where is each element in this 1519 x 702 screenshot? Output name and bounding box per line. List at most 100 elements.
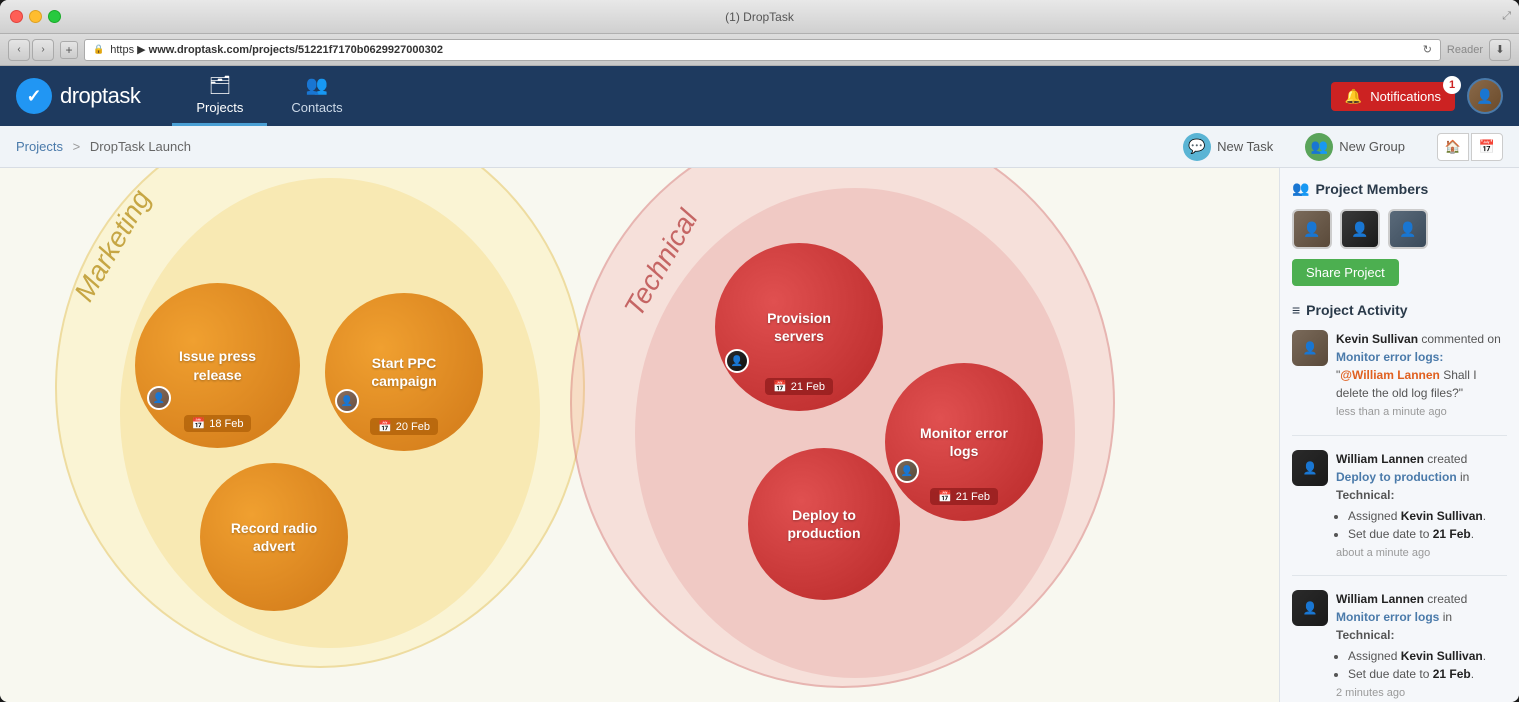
task-monitor-error[interactable]: Monitor errorlogs 👤 📅 21 Feb	[885, 363, 1043, 521]
contacts-icon: 👥	[306, 75, 328, 96]
forward-button[interactable]: ›	[32, 39, 54, 61]
task-monitor-date: 📅 21 Feb	[930, 488, 998, 505]
activity-person-1: Kevin Sullivan	[1336, 332, 1418, 346]
activity-list-2: Assigned Kevin Sullivan. Set due date to…	[1348, 507, 1507, 543]
downloads-button[interactable]: ⬇	[1489, 39, 1511, 61]
avatar-icon: 👤	[901, 466, 913, 477]
task-start-ppc[interactable]: Start PPCcampaign 👤 📅 20 Feb	[325, 293, 483, 451]
activity-person-2: William Lannen	[1336, 452, 1424, 466]
activity-item-3: 👤 William Lannen created Monitor error l…	[1292, 590, 1507, 702]
nav-buttons: ‹ ›	[8, 39, 54, 61]
nav-contacts[interactable]: 👥 Contacts	[267, 66, 366, 126]
activity-time-2: about a minute ago	[1336, 545, 1507, 562]
task-issue-date: 📅 18 Feb	[184, 415, 252, 432]
activity-content-2: William Lannen created Deploy to product…	[1336, 450, 1507, 562]
activity-list-item: Set due date to 21 Feb.	[1348, 665, 1507, 683]
calendar-icon: 📅	[378, 420, 392, 433]
close-button[interactable]	[10, 10, 23, 23]
notifications-label: Notifications	[1370, 89, 1441, 104]
breadcrumb-projects-link[interactable]: Projects	[16, 139, 63, 154]
avatar-icon: 👤	[153, 393, 165, 404]
activity-task-link-2[interactable]: Deploy to production	[1336, 470, 1457, 484]
task-monitor-label: Monitor errorlogs	[908, 424, 1020, 460]
url-bar[interactable]: 🔒 https ▶ www.droptask.com/projects/5122…	[84, 39, 1441, 61]
member-1-image: 👤	[1294, 211, 1330, 247]
member-avatar-1[interactable]: 👤	[1292, 209, 1332, 249]
task-issue-label: Issue pressrelease	[167, 347, 268, 383]
user-avatar[interactable]: 👤	[1467, 78, 1503, 114]
share-project-button[interactable]: Share Project	[1292, 259, 1399, 286]
new-task-button[interactable]: 💬 New Task	[1175, 129, 1281, 165]
avatar-image: 👤	[1469, 78, 1501, 114]
task-deploy-production[interactable]: Deploy toproduction	[748, 448, 900, 600]
main-content: Marketing Issue pressrelease 👤 📅 18 Feb	[0, 168, 1519, 702]
task-provision-servers[interactable]: Provisionservers 👤 📅 21 Feb	[715, 243, 883, 411]
activity-list-item: Set due date to 21 Feb.	[1348, 525, 1507, 543]
groups-container: Marketing Issue pressrelease 👤 📅 18 Feb	[0, 168, 1279, 702]
new-task-icon: 💬	[1183, 133, 1211, 161]
resize-icon: ⤢	[1502, 10, 1511, 23]
task-record-radio[interactable]: Record radioadvert	[200, 463, 348, 611]
task-deploy-label: Deploy toproduction	[775, 506, 872, 542]
members-avatars: 👤 👤 👤	[1292, 209, 1507, 249]
activity-list-item: Assigned Kevin Sullivan.	[1348, 507, 1507, 525]
new-task-label: New Task	[1217, 139, 1273, 154]
add-tab-button[interactable]: +	[60, 41, 78, 59]
activity-list-item: Assigned Kevin Sullivan.	[1348, 647, 1507, 665]
bell-icon: 🔔	[1345, 88, 1362, 105]
browser-window: (1) DropTask ⤢ ‹ › + 🔒 https ▶ www.dropt…	[0, 0, 1519, 702]
breadcrumb: Projects > DropTask Launch	[16, 139, 191, 154]
task-issue-avatar: 👤	[147, 386, 171, 410]
activity-avatar-3: 👤	[1292, 590, 1328, 626]
member-3-image: 👤	[1390, 211, 1426, 247]
address-bar: ‹ › + 🔒 https ▶ www.droptask.com/project…	[0, 34, 1519, 66]
project-members-section: 👥 Project Members 👤 👤 👤	[1292, 180, 1507, 286]
refresh-icon[interactable]: ↻	[1423, 43, 1432, 56]
activity-task-link-3[interactable]: Monitor error logs	[1336, 610, 1439, 624]
project-activity-section: ≡ Project Activity 👤 Kevin Sullivan comm…	[1292, 302, 1507, 702]
app-toolbar: Projects > DropTask Launch 💬 New Task 👥 …	[0, 126, 1519, 168]
logo-icon: ✓	[16, 78, 52, 114]
nav-contacts-label: Contacts	[291, 100, 342, 115]
avatar-icon: 👤	[731, 356, 743, 367]
back-button[interactable]: ‹	[8, 39, 30, 61]
project-members-title: 👥 Project Members	[1292, 180, 1507, 197]
breadcrumb-current: DropTask Launch	[90, 139, 191, 154]
task-ppc-label: Start PPCcampaign	[359, 354, 448, 390]
notifications-button[interactable]: 🔔 Notifications 1	[1331, 82, 1455, 111]
title-bar: (1) DropTask ⤢	[0, 0, 1519, 34]
header-right: 🔔 Notifications 1 👤	[1331, 78, 1503, 114]
activity-mention-1[interactable]: @William Lannen	[1340, 368, 1440, 382]
activity-time-1: less than a minute ago	[1336, 404, 1507, 421]
maximize-button[interactable]	[48, 10, 61, 23]
logo-area: ✓ droptask	[16, 78, 140, 114]
calendar-icon: 📅	[773, 380, 787, 393]
app-container: ✓ droptask 🗂 Projects 👥 Contacts 🔔 Notif…	[0, 66, 1519, 702]
activity-person-3: William Lannen	[1336, 592, 1424, 606]
activity-item-2: 👤 William Lannen created Deploy to produ…	[1292, 450, 1507, 577]
new-group-button[interactable]: 👥 New Group	[1297, 129, 1413, 165]
minimize-button[interactable]	[29, 10, 42, 23]
task-issue-press-release[interactable]: Issue pressrelease 👤 📅 18 Feb	[135, 283, 300, 448]
activity-time-3: 2 minutes ago	[1336, 685, 1507, 702]
members-icon: 👥	[1292, 180, 1309, 197]
reader-button[interactable]: Reader	[1447, 44, 1483, 56]
activity-content-3: William Lannen created Monitor error log…	[1336, 590, 1507, 702]
calendar-icon: 📅	[192, 417, 206, 430]
window-controls	[10, 10, 61, 23]
home-view-button[interactable]: 🏠	[1437, 133, 1469, 161]
activity-list-3: Assigned Kevin Sullivan. Set due date to…	[1348, 647, 1507, 683]
projects-icon: 🗂	[208, 75, 231, 96]
calendar-view-button[interactable]: 📅	[1471, 133, 1503, 161]
notification-badge: 1	[1443, 76, 1461, 94]
nav-projects[interactable]: 🗂 Projects	[172, 66, 267, 126]
activity-task-link-1[interactable]: Monitor error logs:	[1336, 350, 1443, 364]
member-avatar-3[interactable]: 👤	[1388, 209, 1428, 249]
logo-text: droptask	[60, 83, 140, 109]
checkmark-icon: ✓	[26, 86, 41, 107]
window-title: (1) DropTask	[725, 10, 794, 24]
activity-item-1: 👤 Kevin Sullivan commented on Monitor er…	[1292, 330, 1507, 436]
activity-icon: ≡	[1292, 302, 1300, 318]
task-provision-avatar: 👤	[725, 349, 749, 373]
member-avatar-2[interactable]: 👤	[1340, 209, 1380, 249]
